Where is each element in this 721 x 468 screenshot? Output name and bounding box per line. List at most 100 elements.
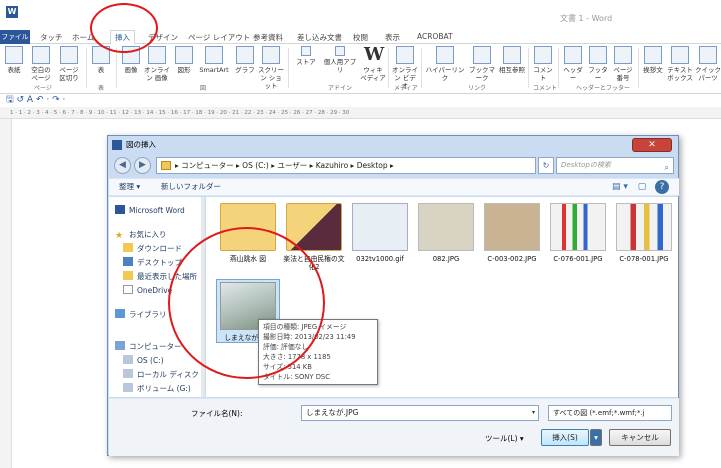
- group-separator: [558, 48, 559, 88]
- tab-file[interactable]: ファイル: [0, 30, 30, 44]
- online-pictures-button[interactable]: オンライン 画像: [143, 46, 171, 82]
- horizontal-ruler[interactable]: 1 · 1 · 2 · 3 · 4 · 5 · 6 · 7 · 8 · 9 · …: [0, 107, 721, 119]
- filename-input[interactable]: しまえなが.JPG ▾: [301, 405, 539, 421]
- view-options-icon[interactable]: ▤ ▾: [609, 180, 631, 194]
- jpg-thumbnail: [616, 203, 672, 251]
- nav-item-desktop[interactable]: デスクトップ: [123, 257, 182, 268]
- file-item[interactable]: C-003-002.JPG: [480, 203, 544, 263]
- help-icon[interactable]: ?: [655, 180, 669, 194]
- tab-page-layout[interactable]: ページ レイアウト: [188, 32, 250, 43]
- nav-item-favorites[interactable]: ★ お気に入り: [115, 229, 167, 241]
- cancel-button[interactable]: キャンセル: [609, 429, 671, 446]
- search-input[interactable]: Desktopの検索 ⌕: [556, 157, 674, 174]
- page-break-button[interactable]: ページ 区切り: [56, 46, 82, 82]
- blank-page-button[interactable]: 空白の ページ: [28, 46, 54, 82]
- cover-page-icon: [5, 46, 23, 64]
- text-box-button[interactable]: テキスト ボックス: [666, 46, 694, 82]
- dialog-title-bar[interactable]: 図の挿入: [108, 136, 678, 154]
- refresh-button[interactable]: ↻: [538, 157, 554, 174]
- wikipedia-icon: W: [364, 44, 385, 65]
- search-placeholder: Desktopの検索: [561, 161, 611, 169]
- hyperlink-button[interactable]: ハイパーリンク: [424, 46, 466, 82]
- nav-item-microsoft-word[interactable]: Microsoft Word: [115, 205, 185, 215]
- nav-item-volume-g[interactable]: ボリューム (G:): [123, 383, 191, 394]
- header-icon: [564, 46, 582, 64]
- preview-pane-icon[interactable]: ▢: [635, 180, 649, 194]
- tools-menu[interactable]: ツール(L) ▾: [485, 433, 524, 444]
- group-separator: [86, 48, 87, 88]
- blank-page-icon: [32, 46, 50, 64]
- chart-button[interactable]: グラフ: [234, 46, 256, 74]
- new-folder-button[interactable]: 新しいフォルダー: [161, 179, 221, 195]
- tab-acrobat[interactable]: ACROBAT: [417, 32, 453, 41]
- store-button[interactable]: ストア: [292, 46, 320, 66]
- forward-button[interactable]: ▶: [134, 157, 151, 174]
- nav-item-downloads[interactable]: ダウンロード: [123, 243, 182, 254]
- computer-icon: [115, 341, 125, 350]
- jpg-thumbnail: [484, 203, 540, 251]
- file-item[interactable]: 032tv1000.gif: [348, 203, 412, 263]
- drive-icon: [123, 355, 133, 364]
- address-path: ▸ コンピューター ▸ OS (C:) ▸ ユーザー ▸ Kazuhiro ▸ …: [175, 161, 394, 170]
- comment-icon: [534, 46, 552, 64]
- page-number-icon: [614, 46, 632, 64]
- tab-touch[interactable]: タッチ: [40, 32, 63, 43]
- quick-parts-icon: [699, 46, 717, 64]
- navigation-row: ◀ ▶ ▸ コンピューター ▸ OS (C:) ▸ ユーザー ▸ Kazuhir…: [114, 157, 674, 175]
- annotation-circle-insert-tab: [90, 3, 158, 53]
- store-icon: [301, 46, 311, 56]
- annotation-circle-selected-image: [168, 227, 325, 379]
- nav-item-os-c[interactable]: OS (C:): [123, 355, 164, 365]
- file-type-select[interactable]: すべての図 (*.emf;*.wmf;*.j: [548, 405, 672, 421]
- comment-button[interactable]: コメント: [531, 46, 555, 82]
- header-button[interactable]: ヘッダー: [561, 46, 585, 82]
- my-apps-button[interactable]: 個人用アプリ: [322, 46, 358, 74]
- nav-item-local-disk[interactable]: ローカル ディスク: [123, 369, 199, 380]
- jpg-thumbnail: [418, 203, 474, 251]
- chevron-down-icon[interactable]: ▾: [532, 406, 535, 420]
- nav-item-libraries[interactable]: ライブラリ: [115, 309, 167, 320]
- drive-icon: [123, 369, 133, 378]
- search-icon[interactable]: ⌕: [665, 160, 669, 175]
- address-bar[interactable]: ▸ コンピューター ▸ OS (C:) ▸ ユーザー ▸ Kazuhiro ▸ …: [156, 157, 536, 174]
- vertical-ruler[interactable]: [0, 119, 12, 468]
- group-label-table: 表: [98, 85, 105, 92]
- dialog-title: 図の挿入: [126, 140, 156, 149]
- nav-item-onedrive[interactable]: OneDrive: [123, 285, 172, 295]
- footer-button[interactable]: フッター: [586, 46, 610, 82]
- tab-review[interactable]: 校閲: [353, 32, 368, 43]
- folder-icon: [161, 161, 171, 170]
- hyperlink-icon: [436, 46, 454, 64]
- word-app-icon[interactable]: W: [6, 6, 18, 18]
- my-apps-icon: [335, 46, 345, 56]
- jpg-thumbnail: [550, 203, 606, 251]
- quick-access-toolbar[interactable]: 🖫 ↺ A ↶ · ↷ ·: [0, 94, 721, 107]
- group-separator: [421, 48, 422, 88]
- bookmark-button[interactable]: ブックマーク: [467, 46, 497, 82]
- greeting-button[interactable]: 挨拶文: [641, 46, 665, 74]
- page-number-button[interactable]: ページ 番号: [611, 46, 635, 82]
- organize-menu[interactable]: 整理 ▾: [119, 179, 140, 195]
- file-item[interactable]: C-078-001.JPG: [612, 203, 676, 263]
- gif-thumbnail: [352, 203, 408, 251]
- back-button[interactable]: ◀: [114, 157, 131, 174]
- smartart-button[interactable]: SmartArt: [196, 46, 232, 74]
- insert-button[interactable]: 挿入(S): [541, 429, 589, 446]
- group-label-comments: コメント: [533, 85, 558, 92]
- cross-reference-button[interactable]: 相互参照: [498, 46, 526, 74]
- file-item[interactable]: C-076-001.JPG: [546, 203, 610, 263]
- quick-parts-button[interactable]: クイック パーツ: [695, 46, 721, 82]
- insert-split-dropdown[interactable]: ▾: [590, 429, 602, 446]
- tab-mailings[interactable]: 差し込み文書: [297, 32, 342, 43]
- tab-references[interactable]: 参考資料: [253, 32, 283, 43]
- nav-item-computer[interactable]: コンピューター: [115, 341, 182, 352]
- library-icon: [115, 309, 125, 318]
- file-item[interactable]: 082.JPG: [414, 203, 478, 263]
- screenshot-button[interactable]: スクリーン ショット: [257, 46, 285, 90]
- cover-page-button[interactable]: 表紙: [2, 46, 26, 74]
- tab-view[interactable]: 表示: [385, 32, 400, 43]
- shapes-button[interactable]: 図形: [173, 46, 195, 74]
- wikipedia-button[interactable]: W ウィキ ペディア: [360, 44, 386, 83]
- dialog-close-button[interactable]: ✕: [632, 138, 672, 152]
- group-label-addins: アドイン: [328, 85, 353, 92]
